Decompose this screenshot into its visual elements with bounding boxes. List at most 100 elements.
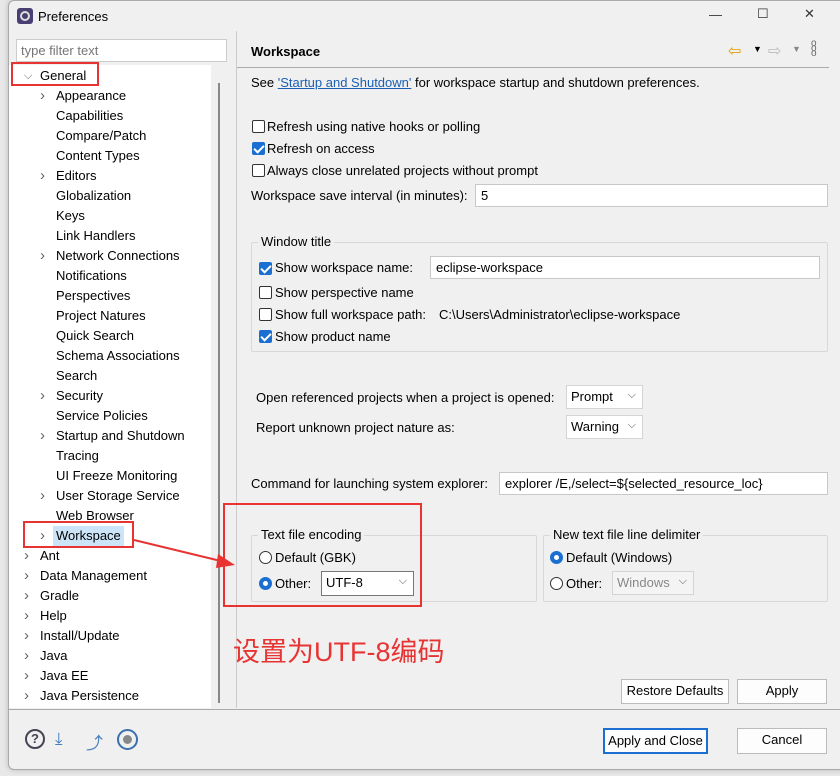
highlight-encoding bbox=[223, 503, 422, 607]
delimiter-other-label: Other: bbox=[566, 576, 603, 591]
chevron-right-icon[interactable]: › bbox=[24, 666, 29, 686]
apply-button[interactable]: Apply bbox=[737, 679, 827, 704]
show-full-path-checkbox[interactable] bbox=[259, 308, 272, 321]
chevron-right-icon[interactable]: › bbox=[24, 566, 29, 586]
tree-item-capabilities[interactable]: Capabilities bbox=[9, 106, 211, 126]
tree-item-java-persistence[interactable]: › Java Persistence bbox=[9, 686, 211, 706]
save-interval-input[interactable]: 5 bbox=[475, 184, 828, 207]
tree-item-quick-search[interactable]: Quick Search bbox=[9, 326, 211, 346]
tree-item-label: Quick Search bbox=[56, 328, 135, 343]
cancel-button[interactable]: Cancel bbox=[737, 728, 827, 754]
tree-item-service-policies[interactable]: Service Policies bbox=[9, 406, 211, 426]
chevron-right-icon[interactable]: › bbox=[24, 546, 29, 566]
tree-item-appearance[interactable]: › Appearance bbox=[9, 86, 211, 106]
import-icon[interactable]: ⤓ bbox=[55, 729, 63, 749]
forward-menu-icon[interactable]: ▼ bbox=[792, 44, 801, 54]
tree-item-label: Appearance bbox=[56, 88, 127, 103]
tree-item-user-storage-service[interactable]: › User Storage Service bbox=[9, 486, 211, 506]
tree-item-globalization[interactable]: Globalization bbox=[9, 186, 211, 206]
back-arrow-icon[interactable]: ⇦ bbox=[728, 41, 741, 61]
restore-defaults-button[interactable]: Restore Defaults bbox=[621, 679, 729, 704]
tree-item-label: Service Policies bbox=[56, 408, 148, 423]
chevron-right-icon[interactable]: › bbox=[24, 586, 29, 606]
chevron-right-icon[interactable]: › bbox=[40, 166, 45, 186]
tree-item-label: Globalization bbox=[56, 188, 132, 203]
filter-input[interactable] bbox=[16, 39, 227, 62]
show-workspace-name-checkbox[interactable] bbox=[259, 262, 272, 275]
chevron-right-icon[interactable]: › bbox=[24, 646, 29, 666]
show-workspace-name-label: Show workspace name: bbox=[275, 260, 414, 275]
maximize-button[interactable]: ☐ bbox=[757, 6, 769, 22]
delimiter-select[interactable]: Windows ⌵ bbox=[612, 571, 694, 595]
show-perspective-checkbox[interactable] bbox=[259, 286, 272, 299]
always-close-checkbox[interactable] bbox=[252, 164, 265, 177]
chevron-right-icon[interactable]: › bbox=[24, 686, 29, 706]
tree-item-network-connections[interactable]: › Network Connections bbox=[9, 246, 211, 266]
tree-item-java-ee[interactable]: › Java EE bbox=[9, 666, 211, 686]
tree-item-label: Project Natures bbox=[56, 308, 146, 323]
chevron-right-icon[interactable]: › bbox=[40, 386, 45, 406]
chevron-right-icon[interactable]: › bbox=[40, 426, 45, 446]
tree-item-editors[interactable]: › Editors bbox=[9, 166, 211, 186]
open-referenced-select[interactable]: Prompt ⌵ bbox=[566, 385, 643, 409]
minimize-button[interactable]: — bbox=[709, 7, 722, 22]
tree-item-content-types[interactable]: Content Types bbox=[9, 146, 211, 166]
tree-item-label: Java Persistence bbox=[40, 688, 139, 703]
tree-item-label: Perspectives bbox=[56, 288, 131, 303]
export-icon[interactable]: ⤴ bbox=[86, 729, 103, 754]
tree-scrollbar[interactable] bbox=[211, 65, 227, 708]
tree-item-compare-patch[interactable]: Compare/Patch bbox=[9, 126, 211, 146]
tree-item-install-update[interactable]: › Install/Update bbox=[9, 626, 211, 646]
refresh-access-checkbox[interactable] bbox=[252, 142, 265, 155]
apply-and-close-button[interactable]: Apply and Close bbox=[603, 728, 708, 754]
highlight-general bbox=[11, 62, 99, 86]
workspace-name-input[interactable]: eclipse-workspace bbox=[430, 256, 820, 279]
tree-item-label: UI Freeze Monitoring bbox=[56, 468, 178, 483]
tree-item-startup-and-shutdown[interactable]: › Startup and Shutdown bbox=[9, 426, 211, 446]
help-icon[interactable]: ? bbox=[25, 729, 45, 749]
tree-item-help[interactable]: › Help bbox=[9, 606, 211, 626]
tree-item-project-natures[interactable]: Project Natures bbox=[9, 306, 211, 326]
save-interval-label: Workspace save interval (in minutes): bbox=[251, 188, 468, 203]
delimiter-default-radio[interactable] bbox=[550, 551, 563, 564]
refresh-native-label: Refresh using native hooks or polling bbox=[267, 119, 481, 134]
chevron-right-icon[interactable]: › bbox=[40, 86, 45, 106]
show-perspective-label: Show perspective name bbox=[275, 285, 414, 300]
tree-item-link-handlers[interactable]: Link Handlers bbox=[9, 226, 211, 246]
chevron-down-icon: ⌵ bbox=[627, 389, 636, 401]
tree-item-label: Notifications bbox=[56, 268, 127, 283]
tree-item-perspectives[interactable]: Perspectives bbox=[9, 286, 211, 306]
report-nature-select[interactable]: Warning ⌵ bbox=[566, 415, 643, 439]
preference-tree: ⌵ General › Appearance Capabilities Compare/P… bbox=[9, 65, 211, 708]
delimiter-other-radio[interactable] bbox=[550, 577, 563, 590]
close-button[interactable]: ✕ bbox=[804, 6, 815, 22]
always-close-label: Always close unrelated projects without … bbox=[267, 163, 538, 178]
chevron-right-icon[interactable]: › bbox=[40, 246, 45, 266]
chevron-right-icon[interactable]: › bbox=[40, 486, 45, 506]
startup-shutdown-link[interactable]: 'Startup and Shutdown' bbox=[278, 75, 412, 90]
refresh-access-label: Refresh on access bbox=[267, 141, 375, 156]
tree-item-gradle[interactable]: › Gradle bbox=[9, 586, 211, 606]
tree-item-search[interactable]: Search bbox=[9, 366, 211, 386]
show-product-checkbox[interactable] bbox=[259, 330, 272, 343]
tree-item-security[interactable]: › Security bbox=[9, 386, 211, 406]
back-menu-icon[interactable]: ▼ bbox=[753, 44, 762, 54]
tree-item-label: Java bbox=[40, 648, 68, 663]
forward-arrow-icon[interactable]: ⇨ bbox=[768, 41, 781, 61]
more-menu-icon[interactable]: ooo bbox=[811, 39, 817, 59]
tree-item-keys[interactable]: Keys bbox=[9, 206, 211, 226]
tree-item-label: Capabilities bbox=[56, 108, 124, 123]
tree-item-schema-associations[interactable]: Schema Associations bbox=[9, 346, 211, 366]
show-full-path-label: Show full workspace path: bbox=[275, 307, 427, 322]
tree-item-ui-freeze-monitoring[interactable]: UI Freeze Monitoring bbox=[9, 466, 211, 486]
tree-item-notifications[interactable]: Notifications bbox=[9, 266, 211, 286]
tree-item-label: Content Types bbox=[56, 148, 140, 163]
chevron-right-icon[interactable]: › bbox=[24, 626, 29, 646]
tree-item-java[interactable]: › Java bbox=[9, 646, 211, 666]
tree-item-tracing[interactable]: Tracing bbox=[9, 446, 211, 466]
refresh-native-checkbox[interactable] bbox=[252, 120, 265, 133]
chevron-right-icon[interactable]: › bbox=[24, 606, 29, 626]
explorer-command-input[interactable]: explorer /E,/select=${selected_resource_… bbox=[499, 472, 828, 495]
scrollbar-thumb[interactable] bbox=[218, 83, 220, 703]
record-icon[interactable] bbox=[117, 729, 138, 750]
